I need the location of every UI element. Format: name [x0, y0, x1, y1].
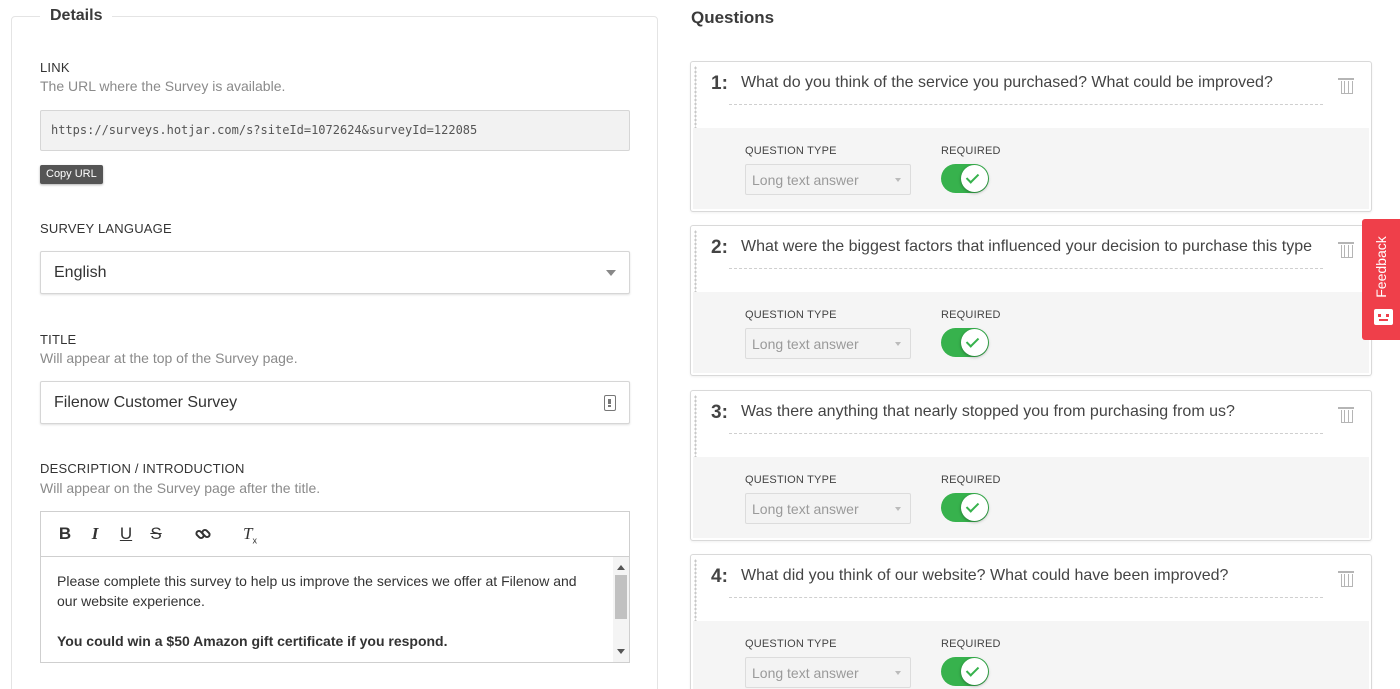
question-type-select[interactable]: Long text answer	[745, 328, 911, 359]
required-label: REQUIRED	[941, 309, 1001, 321]
toggle-knob	[961, 165, 988, 192]
description-hint: Will appear on the Survey page after the…	[40, 480, 321, 496]
scroll-down-arrow-icon[interactable]	[617, 649, 625, 654]
question-underline	[729, 104, 1323, 105]
required-label: REQUIRED	[941, 474, 1001, 486]
link-hint: The URL where the Survey is available.	[40, 78, 286, 94]
toggle-knob	[961, 329, 988, 356]
checkmark-icon	[965, 170, 980, 184]
editor-scrollbar[interactable]	[613, 557, 629, 662]
question-underline	[729, 597, 1323, 598]
italic-icon[interactable]: I	[84, 523, 106, 545]
question-text[interactable]: What did you think of our website? What …	[741, 567, 1313, 585]
question-settings: QUESTION TYPE REQUIRED Long text answer	[693, 128, 1369, 209]
question-settings: QUESTION TYPE REQUIRED Long text answer	[693, 292, 1369, 373]
clear-format-sub: x	[252, 535, 257, 546]
questions-heading: Questions	[691, 8, 775, 27]
question-type-select[interactable]: Long text answer	[745, 657, 911, 688]
trash-icon[interactable]	[1338, 240, 1354, 258]
scrollbar-thumb[interactable]	[615, 575, 627, 619]
autofill-icon[interactable]	[604, 395, 616, 411]
question-underline	[729, 433, 1323, 434]
question-underline	[729, 268, 1323, 269]
question-text[interactable]: What do you think of the service you pur…	[741, 74, 1313, 92]
dropdown-caret-icon	[606, 270, 616, 276]
feedback-tab[interactable]: Feedback	[1362, 219, 1400, 340]
question-card: 3: Was there anything that nearly stoppe…	[690, 390, 1372, 541]
trash-icon[interactable]	[1338, 569, 1354, 587]
question-type-label: QUESTION TYPE	[745, 145, 837, 157]
description-paragraph: Please complete this survey to help us i…	[57, 573, 577, 609]
required-toggle[interactable]	[941, 493, 989, 522]
required-toggle[interactable]	[941, 328, 989, 357]
toggle-knob	[961, 658, 988, 685]
question-type-label: QUESTION TYPE	[745, 309, 837, 321]
trash-icon[interactable]	[1338, 405, 1354, 423]
survey-language-label: SURVEY LANGUAGE	[40, 221, 172, 236]
question-card: 1: What do you think of the service you …	[690, 61, 1372, 212]
checkmark-icon	[965, 663, 980, 677]
question-number: 3:	[711, 402, 728, 423]
details-legend: Details	[40, 7, 113, 25]
question-number: 2:	[711, 237, 728, 258]
editor-content[interactable]: Please complete this survey to help us i…	[41, 557, 613, 662]
question-text[interactable]: What were the biggest factors that influ…	[741, 238, 1313, 256]
question-type-select[interactable]: Long text answer	[745, 493, 911, 524]
trash-icon[interactable]	[1338, 76, 1354, 94]
title-value: Filenow Customer Survey	[54, 394, 238, 411]
required-toggle[interactable]	[941, 164, 989, 193]
question-card: 2: What were the biggest factors that in…	[690, 225, 1372, 376]
question-card: 4: What did you think of our website? Wh…	[690, 554, 1372, 689]
link-label: LINK	[40, 60, 70, 75]
description-label: DESCRIPTION / INTRODUCTION	[40, 461, 245, 476]
details-panel: Details LINK The URL where the Survey is…	[11, 7, 658, 689]
title-input[interactable]: Filenow Customer Survey	[40, 381, 630, 424]
question-type-value: Long text answer	[752, 501, 859, 517]
survey-url-field[interactable]: https://surveys.hotjar.com/s?siteId=1072…	[40, 110, 630, 151]
link-icon[interactable]	[192, 523, 214, 545]
required-label: REQUIRED	[941, 145, 1001, 157]
required-label: REQUIRED	[941, 638, 1001, 650]
dropdown-caret-icon	[895, 342, 901, 346]
clear-format-icon[interactable]: Tx	[239, 523, 261, 545]
description-editor: B I U S Tx Please complete this survey t…	[40, 511, 630, 663]
question-number: 4:	[711, 566, 728, 587]
survey-language-value: English	[54, 264, 107, 281]
scroll-up-arrow-icon[interactable]	[617, 565, 625, 570]
question-settings: QUESTION TYPE REQUIRED Long text answer	[693, 621, 1369, 689]
dropdown-caret-icon	[895, 178, 901, 182]
underline-icon[interactable]: U	[115, 523, 137, 545]
survey-language-select[interactable]: English	[40, 251, 630, 294]
question-text[interactable]: Was there anything that nearly stopped y…	[741, 403, 1313, 421]
question-type-label: QUESTION TYPE	[745, 474, 837, 486]
feedback-face-icon	[1374, 309, 1393, 325]
title-hint: Will appear at the top of the Survey pag…	[40, 350, 298, 366]
checkmark-icon	[965, 334, 980, 348]
title-label: TITLE	[40, 332, 77, 347]
question-number: 1:	[711, 73, 728, 94]
question-settings: QUESTION TYPE REQUIRED Long text answer	[693, 457, 1369, 538]
question-type-select[interactable]: Long text answer	[745, 164, 911, 195]
strikethrough-icon[interactable]: S	[145, 523, 167, 545]
dropdown-caret-icon	[895, 507, 901, 511]
bold-icon[interactable]: B	[54, 523, 76, 545]
checkmark-icon	[965, 499, 980, 513]
toggle-knob	[961, 494, 988, 521]
feedback-label: Feedback	[1373, 236, 1389, 298]
question-type-value: Long text answer	[752, 665, 859, 681]
question-type-value: Long text answer	[752, 172, 859, 188]
question-type-label: QUESTION TYPE	[745, 638, 837, 650]
copy-url-button[interactable]: Copy URL	[40, 165, 103, 184]
description-bold-paragraph: You could win a $50 Amazon gift certific…	[57, 633, 448, 649]
editor-toolbar: B I U S Tx	[41, 512, 629, 557]
required-toggle[interactable]	[941, 657, 989, 686]
dropdown-caret-icon	[895, 671, 901, 675]
question-type-value: Long text answer	[752, 336, 859, 352]
